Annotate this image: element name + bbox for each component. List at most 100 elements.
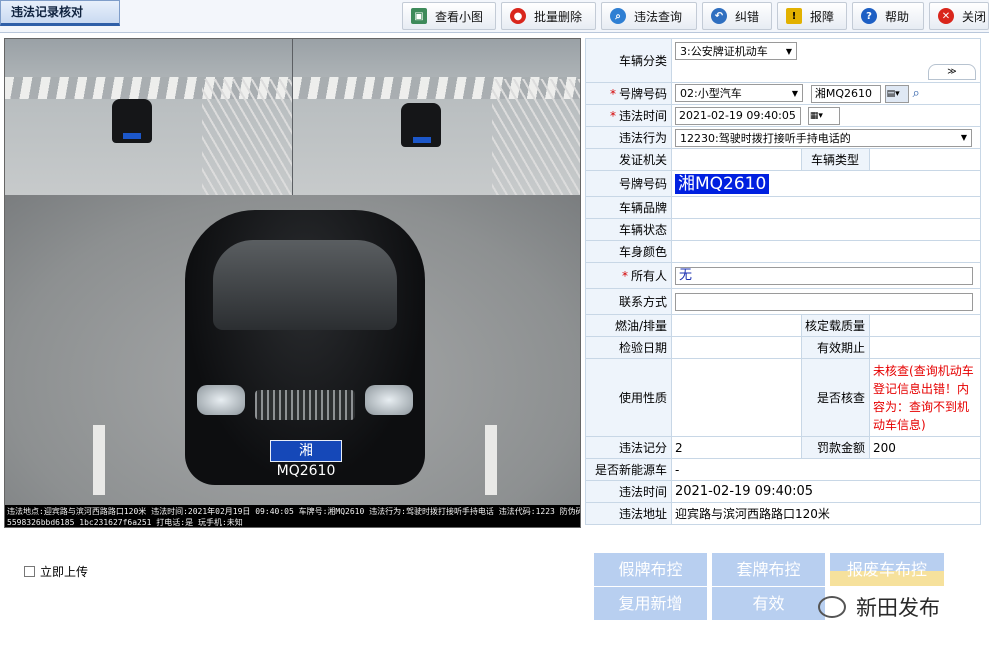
search-icon: ⌕ [610,8,626,24]
search-icon[interactable]: ⌕ [912,86,919,101]
delete-icon: ● [510,8,526,24]
checkbox-box[interactable] [24,566,35,577]
owner-input[interactable]: 无 [675,266,973,285]
violation-form: 车辆分类 3:公安牌证机动车 ▼ ≫ * 号牌号码 02:小型汽车 ▼ 湘MQ2610… [585,38,981,525]
color-label: 车身颜色 [585,240,672,263]
upload-now-checkbox[interactable]: 立即上传 [24,563,88,580]
photo-caption: 违法地点:迎宾路与滨河西路路口120米 违法时间:2021年02月19日 09:… [5,505,581,527]
toolbar: 违法记录核对 ▣ 查看小图 ● 批量删除 ⌕ 违法查询 ↶ 纠错 ! 报障 ? … [0,0,989,33]
license-plate: 湘MQ2610 [270,440,342,479]
cloned-plate-control-button[interactable]: 套牌布控 [712,553,825,586]
status-value [671,218,981,241]
chevron-down-icon: ▼ [791,88,798,98]
plate-type-select[interactable]: 02:小型汽车 ▼ [675,84,803,103]
close-icon: ✕ [938,8,954,24]
guard-rail [492,79,580,195]
undo-icon: ↶ [711,8,727,24]
watermark: 新田发布 [818,592,940,622]
plate-small [413,137,431,143]
issuer-value [671,148,802,171]
load-value [869,314,981,337]
thumbnail-left[interactable] [5,39,292,195]
required-marker: * [621,269,628,283]
windshield [213,240,397,330]
violation-place-value: 迎宾路与滨河西路路口120米 [671,502,981,525]
inspect-value [671,336,802,359]
plate-dropdown-icon[interactable]: ▤▾ [884,84,909,103]
plate-label-2: 号牌号码 [585,170,672,197]
violation-place-label: 违法地址 [585,502,672,525]
correct-label: 纠错 [735,9,760,24]
report-fault-button[interactable]: ! 报障 [777,2,847,30]
vehicle-type-label: 车辆类型 [800,148,871,171]
fuel-value [671,314,802,337]
guard-rail [202,79,292,195]
image-icon: ▣ [411,8,427,24]
view-thumbnail-label: 查看小图 [435,9,484,24]
batch-delete-button[interactable]: ● 批量删除 [501,2,596,30]
expand-icon[interactable]: ≫ [928,64,976,80]
violation-photo-panel[interactable]: 湘MQ2610 违法地点:迎宾路与滨河西路路口120米 违法时间:2021年02… [4,38,581,528]
owner-label: 所有人 [630,269,667,283]
violation-act-value: 12230:驾驶时拨打接听手持电话的 [680,131,851,145]
contact-label: 联系方式 [585,288,672,315]
brand-label: 车辆品牌 [585,196,672,219]
violation-time-2-value: 2021-02-19 09:40:05 [671,480,981,503]
usage-label: 使用性质 [585,358,672,437]
contact-input[interactable] [675,292,973,311]
help-button[interactable]: ? 帮助 [852,2,924,30]
caption-line-1: 违法地点:迎宾路与滨河西路路口120米 违法时间:2021年02月19日 09:… [7,507,581,516]
usage-value [671,358,802,437]
help-icon: ? [861,8,877,24]
grill [255,390,355,420]
fuel-label: 燃油/排量 [585,314,672,337]
required-marker: * [609,87,616,101]
plate-number-highlight: 湘MQ2610 [675,173,770,194]
main-photo[interactable]: 湘MQ2610 [5,195,580,505]
load-label: 核定载质量 [800,314,871,337]
watermark-text: 新田发布 [856,596,940,620]
batch-delete-label: 批量删除 [534,9,583,24]
plate-small [123,133,141,139]
points-value: 2 [671,436,802,459]
points-label: 违法记分 [585,436,672,459]
verified-label: 是否核查 [800,358,871,437]
reuse-add-button[interactable]: 复用新增 [594,587,707,620]
violation-query-button[interactable]: ⌕ 违法查询 [601,2,697,30]
violation-query-label: 违法查询 [634,9,683,24]
fine-label: 罚款金额 [800,436,871,459]
correct-button[interactable]: ↶ 纠错 [702,2,772,30]
violation-act-select[interactable]: 12230:驾驶时拨打接听手持电话的 ▼ [675,128,972,147]
fine-value: 200 [869,436,981,459]
headlamp [365,385,413,415]
verified-note: 未核查(查询机动车登记信息出错！内容为：查询不到机动车信息) [869,358,981,437]
violation-time-input[interactable]: 2021-02-19 09:40:05 [675,106,801,125]
headlamp [197,385,245,415]
calendar-icon[interactable]: ▦▾ [807,106,840,125]
plate-label: 号牌号码 [618,87,667,101]
vehicle-category-select[interactable]: 3:公安牌证机动车 ▼ [675,42,797,60]
inspect-label: 检验日期 [585,336,672,359]
car-large: 湘MQ2610 [185,210,425,485]
window-title-tab[interactable]: 违法记录核对 [0,0,120,26]
vehicle-category-label: 车辆分类 [585,38,672,83]
report-fault-label: 报障 [810,9,835,24]
scrapped-vehicle-control-button[interactable]: 报废车布控 [830,553,944,586]
thumbnail-right[interactable] [293,39,580,195]
lane-marking [93,425,105,495]
vehicle-type-value [869,148,981,171]
help-label: 帮助 [885,9,910,24]
view-thumbnail-button[interactable]: ▣ 查看小图 [402,2,496,30]
valid-until-label: 有效期止 [800,336,871,359]
brand-value [671,196,981,219]
close-button[interactable]: ✕ 关闭 [929,2,989,30]
fake-plate-control-button[interactable]: 假牌布控 [594,553,707,586]
color-value [671,240,981,263]
violation-act-label: 违法行为 [585,126,672,149]
required-marker: * [609,109,616,123]
plate-number-input[interactable]: 湘MQ2610 [810,84,881,103]
valid-button[interactable]: 有效 [712,587,825,620]
issuer-label: 发证机关 [585,148,672,171]
chevron-down-icon: ▼ [960,133,967,142]
lane-marking [485,425,497,495]
